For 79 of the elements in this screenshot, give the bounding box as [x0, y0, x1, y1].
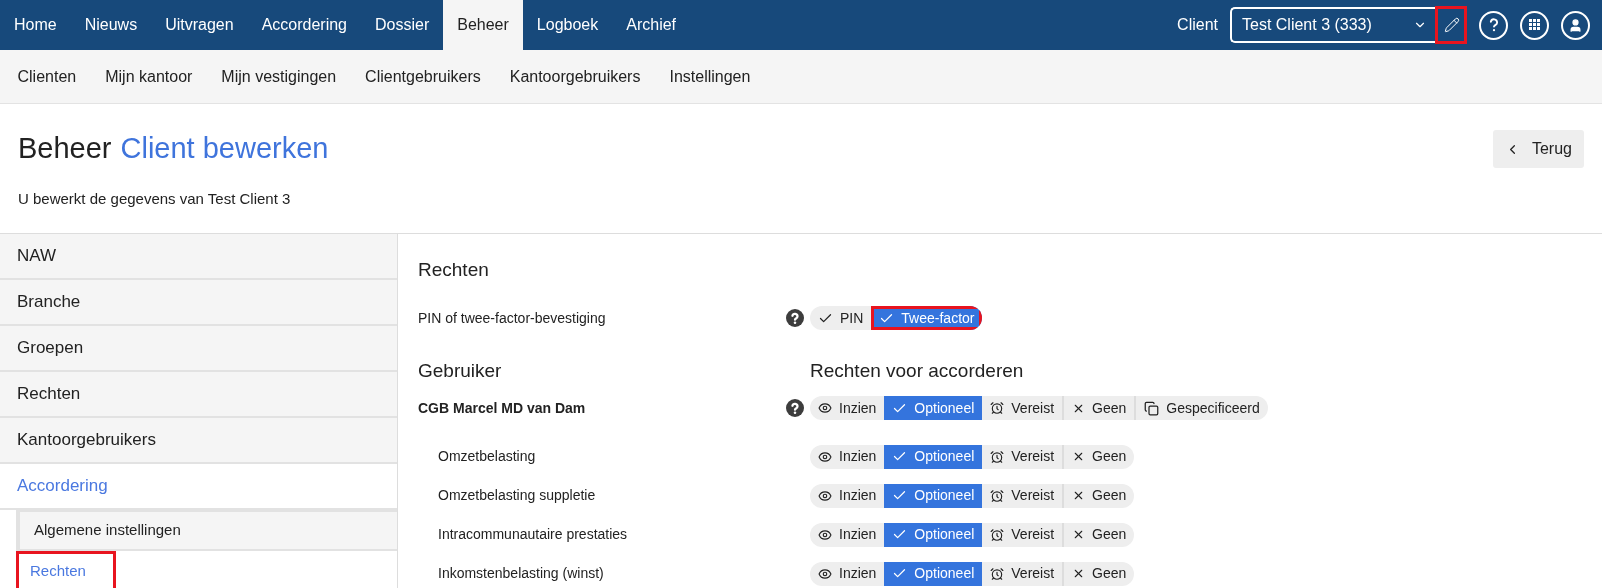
help-icon[interactable] — [786, 399, 804, 417]
nav-tab[interactable]: Accordering — [247, 0, 361, 50]
column-heading: Gebruiker — [418, 358, 503, 383]
question-mark-icon — [1487, 18, 1500, 32]
edit-button[interactable] — [1435, 6, 1467, 44]
user-icon[interactable] — [1561, 10, 1590, 40]
option-button[interactable]: PIN — [810, 306, 872, 330]
sidebar-item[interactable]: Kantoorgebruikers — [0, 418, 397, 464]
sub-nav-link[interactable]: Mijn kantoor — [90, 64, 207, 89]
apps-grid-icon[interactable] — [1520, 10, 1549, 40]
option-button[interactable]: Geen — [1062, 561, 1135, 586]
sidebar-item[interactable]: Branche — [0, 280, 397, 326]
option-button[interactable]: Inzien — [810, 522, 885, 547]
pencil-icon — [1443, 17, 1460, 33]
option-button[interactable]: Vereist — [982, 561, 1063, 586]
copy-icon — [1144, 400, 1160, 416]
sub-nav-link[interactable]: Kantoorgebruikers — [495, 64, 655, 89]
eye-icon — [818, 401, 832, 415]
person-icon — [1568, 17, 1583, 33]
option-button[interactable]: Gespecificeerd — [1134, 396, 1268, 420]
page-subtitle: U bewerkt de gegevens van Test Client 3 — [18, 189, 292, 209]
eye-icon — [818, 527, 832, 542]
option-button[interactable]: Geen — [1062, 444, 1135, 469]
row-label: Omzetbelasting suppletie — [437, 486, 597, 505]
row-label: Intracommunautaire prestaties — [437, 525, 629, 544]
sidebar-item[interactable]: Rechten — [0, 372, 397, 418]
setting-label: PIN of twee-factor-bevestiging — [418, 308, 607, 328]
alarm-clock-icon — [990, 449, 1005, 464]
sidebar-subitem[interactable]: Rechten — [16, 551, 116, 588]
option-button[interactable]: Optioneel — [884, 522, 983, 547]
alarm-clock-icon — [990, 401, 1005, 415]
help-button[interactable] — [1479, 10, 1508, 40]
sub-nav-link[interactable]: Mijn vestigingen — [206, 64, 351, 89]
row-label: Omzetbelasting — [437, 447, 537, 466]
alarm-clock-icon — [990, 527, 1005, 542]
option-button[interactable]: Twee-factor — [871, 306, 983, 330]
nav-tab[interactable]: Archief — [612, 0, 691, 50]
nav-tab[interactable]: Uitvragen — [151, 0, 248, 50]
page-title: Client bewerken — [120, 131, 329, 166]
nav-tab[interactable]: Nieuws — [70, 0, 152, 50]
section-title: Beheer — [18, 131, 112, 166]
option-button[interactable]: Vereist — [982, 483, 1063, 508]
nav-tab[interactable]: Beheer — [443, 0, 523, 50]
sub-nav-link[interactable]: Instellingen — [654, 64, 765, 89]
option-button[interactable]: Geen — [1062, 483, 1135, 508]
client-label: Client — [1177, 15, 1218, 35]
nav-tab[interactable]: Logboek — [522, 0, 613, 50]
option-button[interactable]: Vereist — [982, 444, 1063, 469]
eye-icon — [818, 449, 832, 464]
option-button[interactable]: Inzien — [810, 396, 885, 420]
option-button[interactable]: Geen — [1062, 522, 1135, 547]
option-button[interactable]: Inzien — [810, 444, 885, 469]
sidebar-subitem[interactable]: Algemene instellingen — [16, 510, 397, 551]
column-heading: Rechten voor accorderen — [810, 358, 1024, 383]
row-label: Inkomstenbelasting (winst) — [437, 564, 605, 583]
alarm-clock-icon — [990, 566, 1005, 581]
row-label: CGB Marcel MD van Dam — [418, 398, 587, 418]
option-button[interactable]: Optioneel — [884, 396, 983, 420]
option-button[interactable]: Optioneel — [884, 561, 983, 586]
client-select[interactable]: Test Client 3 (333) — [1230, 7, 1435, 43]
option-button[interactable]: Vereist — [982, 522, 1063, 547]
sub-nav-link[interactable]: Clientgebruikers — [350, 64, 496, 89]
sub-nav-link[interactable]: Clienten — [3, 64, 91, 89]
eye-icon — [818, 488, 832, 503]
sidebar-item[interactable]: Groepen — [0, 326, 397, 372]
option-button[interactable]: Inzien — [810, 483, 885, 508]
option-button[interactable]: Optioneel — [884, 483, 983, 508]
back-button[interactable]: Terug — [1492, 130, 1584, 168]
nav-tab[interactable]: Home — [0, 0, 71, 50]
option-button[interactable]: Geen — [1062, 396, 1135, 420]
alarm-clock-icon — [990, 488, 1005, 503]
option-button[interactable]: Inzien — [810, 561, 885, 586]
section-heading: Rechten — [418, 258, 490, 282]
option-button[interactable]: Vereist — [982, 396, 1063, 420]
nav-tab[interactable]: Dossier — [361, 0, 444, 50]
help-icon[interactable] — [786, 309, 804, 327]
eye-icon — [818, 566, 832, 581]
sidebar-item[interactable]: NAW — [0, 234, 397, 280]
option-button[interactable]: Optioneel — [884, 444, 983, 469]
